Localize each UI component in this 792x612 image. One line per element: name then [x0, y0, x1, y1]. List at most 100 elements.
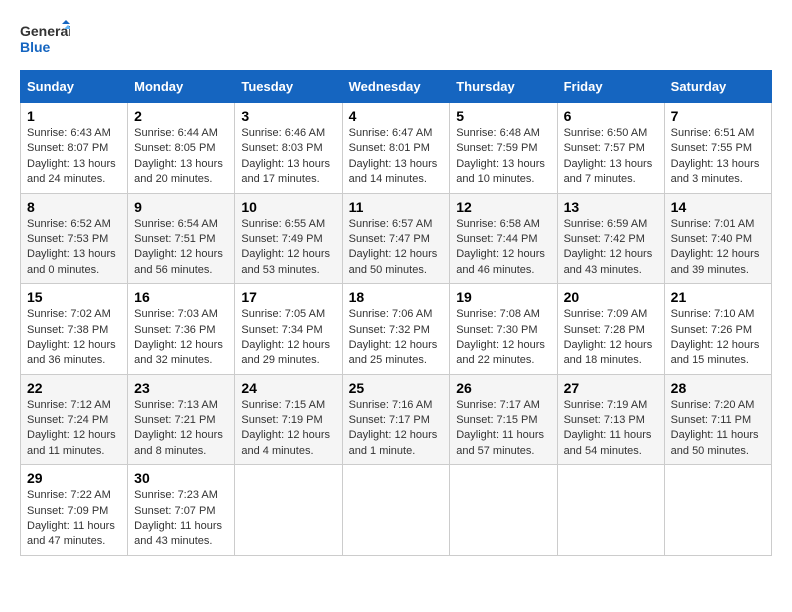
- day-number: 3: [241, 108, 335, 124]
- day-info: Sunrise: 7:17 AMSunset: 7:15 PMDaylight:…: [456, 398, 550, 460]
- calendar-cell: 4 Sunrise: 6:47 AMSunset: 8:01 PMDaylight…: [342, 103, 450, 194]
- calendar-week-row: 8 Sunrise: 6:52 AMSunset: 7:53 PMDaylight…: [21, 193, 772, 284]
- column-header-monday: Monday: [128, 71, 235, 103]
- day-info: Sunrise: 7:08 AMSunset: 7:30 PMDaylight:…: [456, 307, 550, 369]
- svg-text:Blue: Blue: [20, 39, 51, 55]
- day-info: Sunrise: 7:02 AMSunset: 7:38 PMDaylight:…: [27, 307, 121, 369]
- calendar-week-row: 1 Sunrise: 6:43 AMSunset: 8:07 PMDaylight…: [21, 103, 772, 194]
- calendar-cell: 3 Sunrise: 6:46 AMSunset: 8:03 PMDaylight…: [235, 103, 342, 194]
- calendar-cell: 29Sunrise: 7:22 AMSunset: 7:09 PMDayligh…: [21, 465, 128, 556]
- day-number: 19: [456, 289, 550, 305]
- day-number: 23: [134, 380, 228, 396]
- page-header: General Blue: [20, 20, 772, 60]
- calendar-cell: [450, 465, 557, 556]
- calendar-cell: [235, 465, 342, 556]
- day-number: 25: [349, 380, 444, 396]
- calendar-cell: 15 Sunrise: 7:02 AMSunset: 7:38 PMDayligh…: [21, 284, 128, 375]
- day-info: Sunrise: 7:05 AMSunset: 7:34 PMDaylight:…: [241, 307, 335, 369]
- day-info: Sunrise: 7:09 AMSunset: 7:28 PMDaylight:…: [564, 307, 658, 369]
- calendar-cell: 2 Sunrise: 6:44 AMSunset: 8:05 PMDaylight…: [128, 103, 235, 194]
- calendar-cell: 26 Sunrise: 7:17 AMSunset: 7:15 PMDayligh…: [450, 374, 557, 465]
- day-number: 1: [27, 108, 121, 124]
- day-number: 9: [134, 199, 228, 215]
- calendar-cell: [342, 465, 450, 556]
- calendar-cell: 27 Sunrise: 7:19 AMSunset: 7:13 PMDayligh…: [557, 374, 664, 465]
- day-number: 8: [27, 199, 121, 215]
- day-number: 17: [241, 289, 335, 305]
- day-info: Sunrise: 6:55 AMSunset: 7:49 PMDaylight:…: [241, 217, 335, 279]
- column-header-tuesday: Tuesday: [235, 71, 342, 103]
- day-info: Sunrise: 6:58 AMSunset: 7:44 PMDaylight:…: [456, 217, 550, 279]
- calendar-cell: 14 Sunrise: 7:01 AMSunset: 7:40 PMDayligh…: [664, 193, 771, 284]
- day-info: Sunrise: 7:12 AMSunset: 7:24 PMDaylight:…: [27, 398, 121, 460]
- day-number: 30: [134, 470, 228, 486]
- day-info: Sunrise: 6:52 AMSunset: 7:53 PMDaylight:…: [27, 217, 121, 279]
- day-info: Sunrise: 7:06 AMSunset: 7:32 PMDaylight:…: [349, 307, 444, 369]
- day-number: 27: [564, 380, 658, 396]
- day-number: 28: [671, 380, 765, 396]
- day-info: Sunrise: 7:01 AMSunset: 7:40 PMDaylight:…: [671, 217, 765, 279]
- logo-svg: General Blue: [20, 20, 70, 60]
- day-number: 6: [564, 108, 658, 124]
- calendar-cell: 6 Sunrise: 6:50 AMSunset: 7:57 PMDaylight…: [557, 103, 664, 194]
- calendar-cell: [664, 465, 771, 556]
- day-number: 20: [564, 289, 658, 305]
- day-number: 5: [456, 108, 550, 124]
- calendar-week-row: 22Sunrise: 7:12 AMSunset: 7:24 PMDayligh…: [21, 374, 772, 465]
- calendar-cell: 7 Sunrise: 6:51 AMSunset: 7:55 PMDaylight…: [664, 103, 771, 194]
- day-info: Sunrise: 6:57 AMSunset: 7:47 PMDaylight:…: [349, 217, 444, 279]
- calendar-cell: 25 Sunrise: 7:16 AMSunset: 7:17 PMDayligh…: [342, 374, 450, 465]
- svg-text:General: General: [20, 23, 70, 39]
- logo: General Blue: [20, 20, 70, 60]
- day-info: Sunrise: 6:48 AMSunset: 7:59 PMDaylight:…: [456, 126, 550, 188]
- calendar-cell: 20 Sunrise: 7:09 AMSunset: 7:28 PMDayligh…: [557, 284, 664, 375]
- day-info: Sunrise: 7:22 AMSunset: 7:09 PMDaylight:…: [27, 488, 121, 550]
- calendar-cell: 10 Sunrise: 6:55 AMSunset: 7:49 PMDayligh…: [235, 193, 342, 284]
- calendar-week-row: 15 Sunrise: 7:02 AMSunset: 7:38 PMDayligh…: [21, 284, 772, 375]
- day-info: Sunrise: 7:20 AMSunset: 7:11 PMDaylight:…: [671, 398, 765, 460]
- day-info: Sunrise: 7:16 AMSunset: 7:17 PMDaylight:…: [349, 398, 444, 460]
- calendar-cell: 30 Sunrise: 7:23 AMSunset: 7:07 PMDayligh…: [128, 465, 235, 556]
- day-info: Sunrise: 7:10 AMSunset: 7:26 PMDaylight:…: [671, 307, 765, 369]
- calendar-cell: 9Sunrise: 6:54 AMSunset: 7:51 PMDaylight…: [128, 193, 235, 284]
- calendar-cell: 19 Sunrise: 7:08 AMSunset: 7:30 PMDayligh…: [450, 284, 557, 375]
- calendar-cell: [557, 465, 664, 556]
- column-header-saturday: Saturday: [664, 71, 771, 103]
- calendar-cell: 11Sunrise: 6:57 AMSunset: 7:47 PMDayligh…: [342, 193, 450, 284]
- day-number: 24: [241, 380, 335, 396]
- day-number: 14: [671, 199, 765, 215]
- day-number: 26: [456, 380, 550, 396]
- column-header-thursday: Thursday: [450, 71, 557, 103]
- day-number: 4: [349, 108, 444, 124]
- calendar-cell: 17 Sunrise: 7:05 AMSunset: 7:34 PMDayligh…: [235, 284, 342, 375]
- calendar-header-row: SundayMondayTuesdayWednesdayThursdayFrid…: [21, 71, 772, 103]
- day-info: Sunrise: 6:51 AMSunset: 7:55 PMDaylight:…: [671, 126, 765, 188]
- calendar-cell: 23 Sunrise: 7:13 AMSunset: 7:21 PMDayligh…: [128, 374, 235, 465]
- day-info: Sunrise: 7:23 AMSunset: 7:07 PMDaylight:…: [134, 488, 228, 550]
- calendar-cell: 21Sunrise: 7:10 AMSunset: 7:26 PMDayligh…: [664, 284, 771, 375]
- day-info: Sunrise: 7:03 AMSunset: 7:36 PMDaylight:…: [134, 307, 228, 369]
- day-number: 16: [134, 289, 228, 305]
- day-info: Sunrise: 6:46 AMSunset: 8:03 PMDaylight:…: [241, 126, 335, 188]
- day-info: Sunrise: 7:13 AMSunset: 7:21 PMDaylight:…: [134, 398, 228, 460]
- day-number: 12: [456, 199, 550, 215]
- day-info: Sunrise: 6:43 AMSunset: 8:07 PMDaylight:…: [27, 126, 121, 188]
- calendar-cell: 1 Sunrise: 6:43 AMSunset: 8:07 PMDaylight…: [21, 103, 128, 194]
- day-number: 15: [27, 289, 121, 305]
- column-header-wednesday: Wednesday: [342, 71, 450, 103]
- column-header-friday: Friday: [557, 71, 664, 103]
- calendar-cell: 5 Sunrise: 6:48 AMSunset: 7:59 PMDaylight…: [450, 103, 557, 194]
- calendar-week-row: 29Sunrise: 7:22 AMSunset: 7:09 PMDayligh…: [21, 465, 772, 556]
- day-info: Sunrise: 6:44 AMSunset: 8:05 PMDaylight:…: [134, 126, 228, 188]
- calendar-cell: 18Sunrise: 7:06 AMSunset: 7:32 PMDayligh…: [342, 284, 450, 375]
- day-info: Sunrise: 6:50 AMSunset: 7:57 PMDaylight:…: [564, 126, 658, 188]
- calendar-cell: 16 Sunrise: 7:03 AMSunset: 7:36 PMDayligh…: [128, 284, 235, 375]
- day-number: 10: [241, 199, 335, 215]
- day-info: Sunrise: 6:47 AMSunset: 8:01 PMDaylight:…: [349, 126, 444, 188]
- day-number: 13: [564, 199, 658, 215]
- day-info: Sunrise: 7:19 AMSunset: 7:13 PMDaylight:…: [564, 398, 658, 460]
- day-number: 7: [671, 108, 765, 124]
- calendar-cell: 22Sunrise: 7:12 AMSunset: 7:24 PMDayligh…: [21, 374, 128, 465]
- calendar-cell: 8 Sunrise: 6:52 AMSunset: 7:53 PMDaylight…: [21, 193, 128, 284]
- day-number: 2: [134, 108, 228, 124]
